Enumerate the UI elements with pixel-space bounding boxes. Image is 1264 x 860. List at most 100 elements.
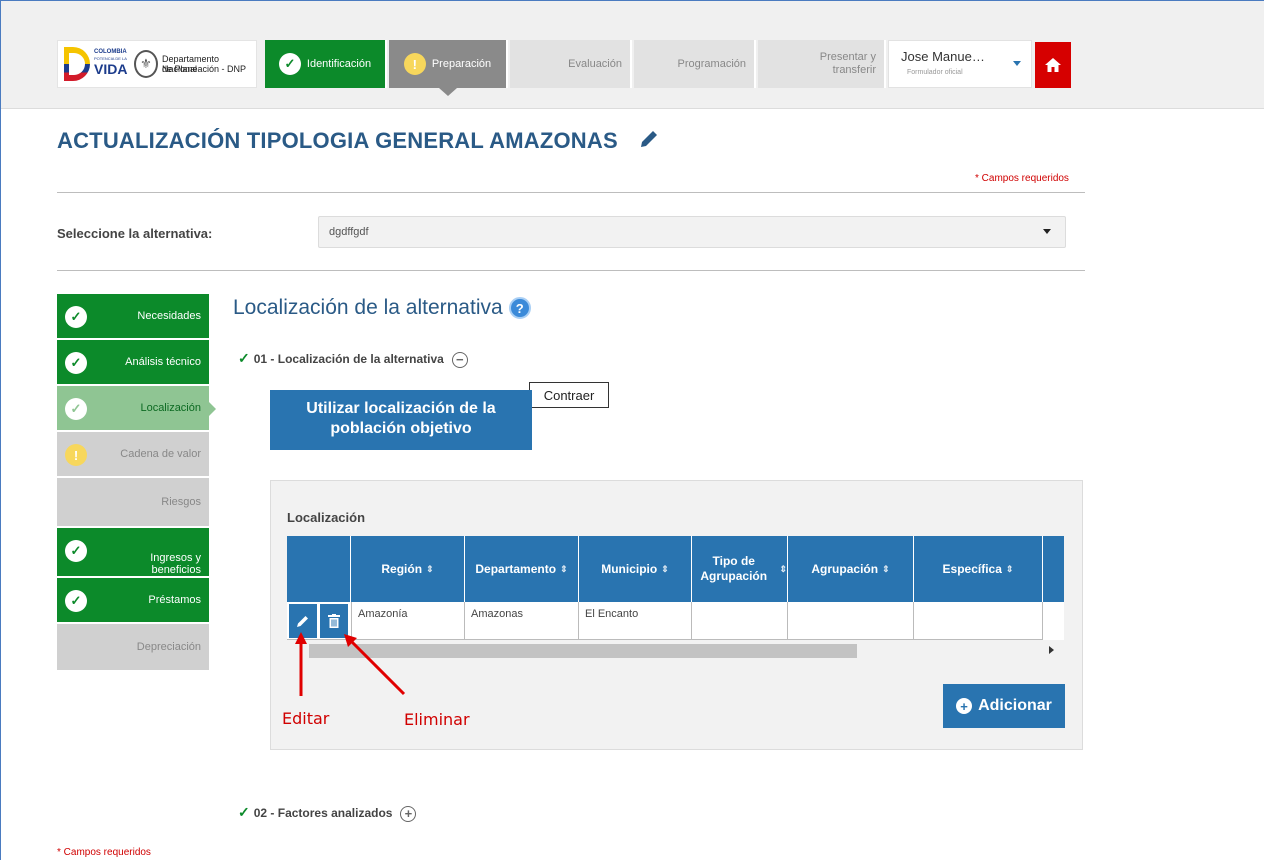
- subsection-2-header: ✓ 02 - Factores analizados +: [238, 804, 417, 822]
- sidebar-item-label-1: Ingresos y: [150, 552, 201, 564]
- sidebar-item-label: Necesidades: [137, 310, 201, 322]
- subsection-1-header: ✓ 01 - Localización de la alternativa −: [238, 350, 468, 368]
- user-role: Formulador oficial: [907, 69, 963, 76]
- table-cell-agrupacion: [788, 602, 914, 640]
- table-cell-tipo: [692, 602, 788, 640]
- table-cell-departamento: Amazonas: [465, 602, 579, 640]
- pencil-icon: [297, 616, 308, 627]
- panel-title: Localización: [287, 510, 366, 525]
- check-icon: ✓: [238, 804, 250, 820]
- sort-icon: ⇕: [882, 563, 890, 574]
- step-label-1: Presentar y: [819, 51, 876, 63]
- section-title: Localización de la alternativa?: [233, 296, 531, 320]
- collapse-icon[interactable]: −: [451, 351, 468, 368]
- logo-line1: COLOMBIA: [94, 49, 127, 55]
- sidebar-item-localizacion[interactable]: ✓ Localización: [57, 386, 209, 432]
- warning-icon: !: [65, 444, 87, 466]
- check-icon: ✓: [238, 350, 250, 366]
- check-icon: ✓: [65, 352, 87, 374]
- column-header-especifica[interactable]: Específica ⇕: [914, 536, 1043, 602]
- sidebar-item-depreciacion[interactable]: Depreciación: [57, 624, 209, 672]
- location-table: Región ⇕ Departamento ⇕ Municipio ⇕ Tipo de…: [287, 536, 1064, 640]
- step-label: Identificación: [306, 58, 372, 70]
- alternative-select[interactable]: dgdffgdf: [318, 216, 1066, 248]
- check-icon: ✓: [65, 306, 87, 328]
- annotation-edit: Editar: [282, 709, 330, 728]
- pencil-icon[interactable]: [638, 128, 660, 150]
- sidebar-item-label: Localización: [140, 402, 201, 414]
- sort-icon: ⇕: [1005, 563, 1014, 574]
- logo-line3: VIDA: [94, 61, 128, 77]
- sidebar-item-label: Préstamos: [148, 594, 201, 606]
- column-header-agrupacion[interactable]: Agrupación ⇕: [788, 536, 914, 602]
- required-note: * Campos requeridos: [975, 173, 1069, 184]
- trash-icon: [328, 614, 340, 628]
- dnp-line2: de Planeación - DNP: [162, 64, 247, 74]
- add-button[interactable]: + Adicionar: [943, 684, 1065, 728]
- sort-icon: ⇕: [779, 563, 787, 574]
- step-programacion[interactable]: Programación: [634, 40, 756, 88]
- annotation-arrows: [295, 632, 406, 696]
- button-line-1: Utilizar localización de la: [306, 400, 496, 417]
- sidebar-item-analisis-tecnico[interactable]: ✓ Análisis técnico: [57, 340, 209, 386]
- sidebar-item-prestamos[interactable]: ✓ Préstamos: [57, 578, 209, 624]
- user-menu[interactable]: Jose Manue… Formulador oficial: [888, 40, 1032, 88]
- divider: [57, 192, 1085, 193]
- tooltip: Contraer: [529, 382, 609, 408]
- add-button-label: Adicionar: [978, 697, 1052, 714]
- check-icon: ✓: [65, 540, 87, 562]
- help-icon[interactable]: ?: [508, 297, 531, 320]
- sidebar-item-label: Análisis técnico: [125, 356, 201, 368]
- table-cell-especifica: [914, 602, 1043, 640]
- sort-icon: ⇕: [560, 563, 568, 574]
- sidebar-item-label: Depreciación: [136, 641, 201, 653]
- column-header-departamento[interactable]: Departamento ⇕: [465, 536, 579, 602]
- annotation-delete: Eliminar: [404, 710, 470, 729]
- coat-of-arms-icon: ⚜: [134, 50, 158, 78]
- caret-down-icon: [1043, 229, 1051, 234]
- alternative-value: dgdffgdf: [329, 226, 369, 238]
- home-icon: [1045, 58, 1061, 72]
- step-preparacion[interactable]: ! Preparación: [389, 40, 508, 96]
- button-line-2: población objetivo: [330, 420, 472, 437]
- step-identificacion[interactable]: ✓ Identificación: [265, 40, 387, 88]
- sidebar-item-label: Riesgos: [161, 496, 201, 508]
- sidebar-item-cadena-de-valor[interactable]: ! Cadena de valor: [57, 432, 209, 478]
- user-name: Jose Manue…: [901, 49, 985, 64]
- column-header-actions: [287, 536, 351, 602]
- caret-down-icon: [1013, 61, 1021, 66]
- table-cell-municipio: El Encanto: [579, 602, 692, 640]
- step-label: Programación: [677, 58, 746, 70]
- alternative-label: Seleccione la alternativa:: [57, 226, 213, 241]
- colombia-logo-icon: [64, 47, 90, 81]
- column-header-municipio[interactable]: Municipio ⇕: [579, 536, 692, 602]
- step-label-2: transferir: [832, 64, 876, 76]
- sort-icon: ⇕: [661, 563, 669, 574]
- warning-icon: !: [403, 53, 426, 75]
- sidebar-item-riesgos[interactable]: Riesgos: [57, 478, 209, 528]
- plus-icon: +: [956, 698, 973, 714]
- column-header-region[interactable]: Región ⇕: [351, 536, 465, 602]
- step-label: Evaluación: [568, 58, 622, 70]
- column-header-more: [1043, 536, 1064, 602]
- divider: [57, 270, 1085, 271]
- scroll-right-icon[interactable]: [1049, 646, 1054, 654]
- step-evaluacion[interactable]: Evaluación: [510, 40, 632, 88]
- check-icon: ✓: [278, 53, 301, 75]
- page-title: ACTUALIZACIÓN TIPOLOGIA GENERAL AMAZONAS: [57, 128, 660, 154]
- sidebar-item-label: Cadena de valor: [120, 448, 201, 460]
- sort-icon: ⇕: [426, 563, 434, 574]
- logo: COLOMBIA POTENCIA DE LA VIDA ⚜ Departame…: [57, 40, 257, 88]
- active-indicator: [209, 402, 216, 416]
- sidebar-item-necesidades[interactable]: ✓ Necesidades: [57, 294, 209, 340]
- step-label: Preparación: [431, 58, 492, 70]
- expand-icon[interactable]: +: [400, 805, 417, 822]
- sidebar-item-ingresos[interactable]: ✓ Ingresos y beneficios: [57, 528, 209, 578]
- sidebar-item-label-2: beneficios: [151, 564, 201, 576]
- use-population-location-button[interactable]: Utilizar localización de la población ob…: [270, 390, 532, 450]
- required-note-footer: * Campos requeridos: [57, 847, 151, 858]
- check-icon: ✓: [65, 398, 87, 420]
- step-presentar[interactable]: Presentar y transferir: [758, 40, 886, 88]
- column-header-tipo-agrupacion[interactable]: Tipo de Agrupación ⇕: [692, 536, 788, 602]
- home-button[interactable]: [1035, 42, 1071, 88]
